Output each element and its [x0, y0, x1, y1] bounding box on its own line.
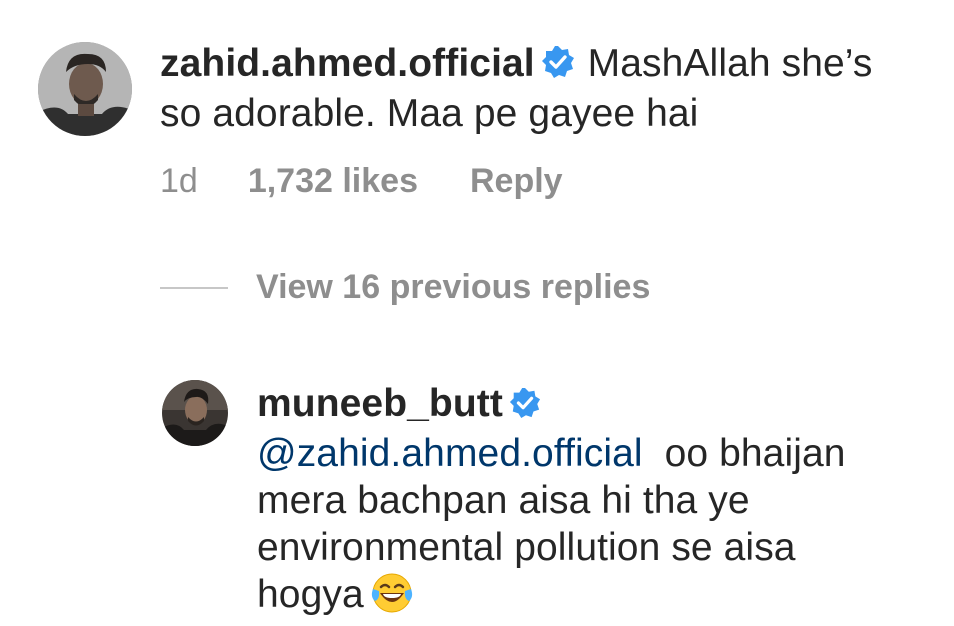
comment-text-line1: MashAllah she’s [587, 42, 873, 85]
reply-text-line3: environmental pollution se aisa [257, 526, 796, 569]
avatar-photo [162, 380, 228, 446]
replies-divider-line [160, 286, 228, 289]
view-replies-label: View 16 previous replies [256, 268, 651, 306]
reply-mention-link[interactable]: @zahid.ahmed.official [257, 432, 643, 475]
reply-text-line4: hogya [257, 573, 364, 616]
avatar-muneeb[interactable] [162, 380, 228, 446]
comment-text: zahid.ahmed.official MashAllah she’s so … [160, 40, 950, 137]
comment-meta: 1d 1,732 likes Reply [160, 162, 563, 201]
reply-text-line1: oo bhaijan [664, 432, 846, 475]
verified-badge-icon [541, 43, 575, 90]
view-previous-replies[interactable]: View 16 previous replies [160, 268, 650, 307]
verified-badge-icon [509, 383, 541, 430]
comment-text-line2: so adorable. Maa pe gayee hai [160, 92, 699, 135]
reply-text: muneeb_butt @zahid.ahmed.official oo bha… [257, 380, 947, 626]
face-with-tears-of-joy-icon [370, 571, 414, 626]
reply-button[interactable]: Reply [470, 162, 563, 201]
reply-username[interactable]: muneeb_butt [257, 382, 503, 425]
avatar-photo [38, 42, 132, 136]
comment-username[interactable]: zahid.ahmed.official [160, 42, 535, 85]
comment-likes[interactable]: 1,732 likes [248, 162, 418, 201]
reply [162, 380, 228, 446]
comment [38, 42, 132, 136]
reply-text-line2: mera bachpan aisa hi tha ye [257, 479, 750, 522]
comment-time[interactable]: 1d [160, 162, 198, 201]
avatar-zahid[interactable] [38, 42, 132, 136]
